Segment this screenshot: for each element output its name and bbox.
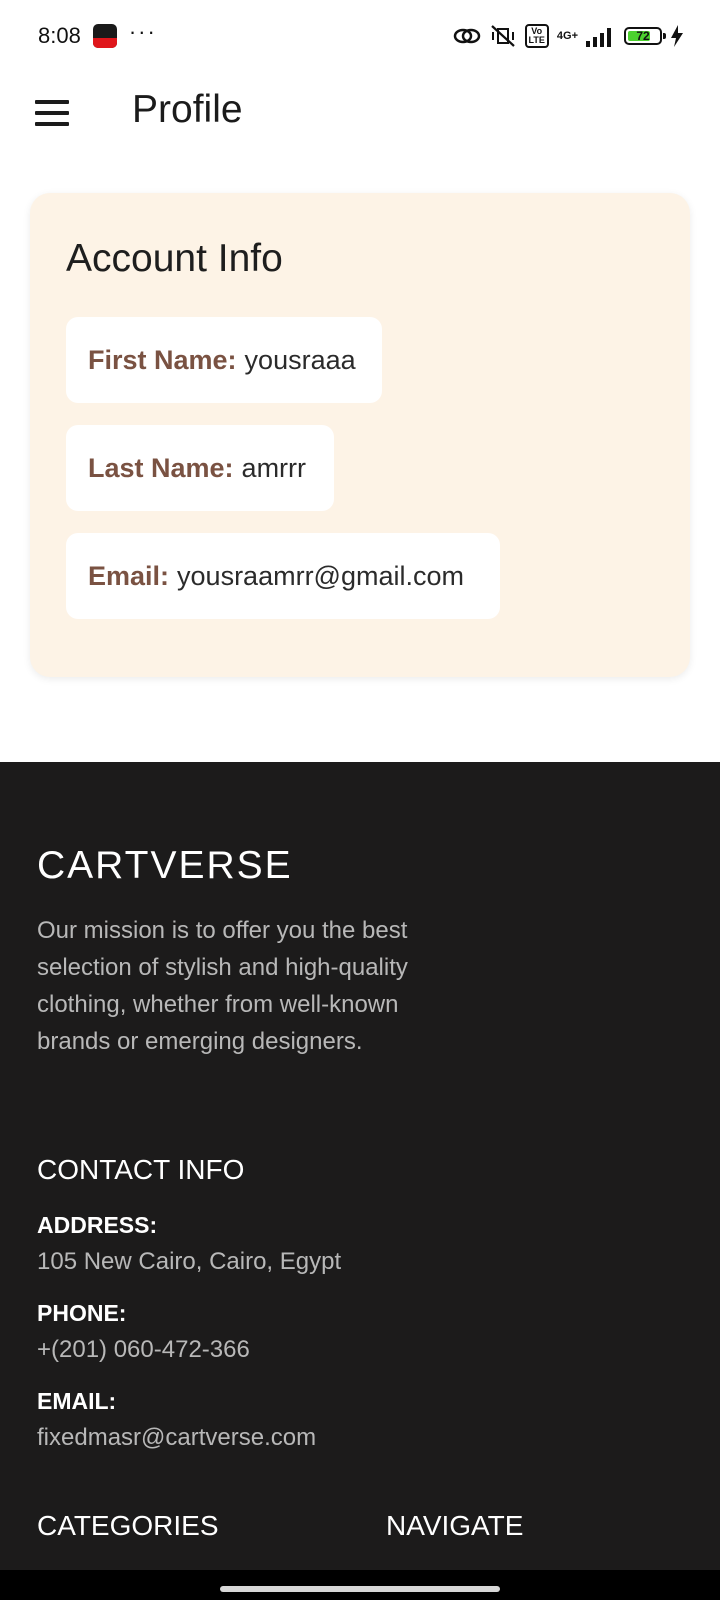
last-name-value: amrrr: [241, 452, 307, 483]
app-bar: Profile: [0, 72, 720, 156]
app-notification-icon: [92, 24, 117, 48]
last-name-field: Last Name: amrrr: [66, 425, 334, 511]
status-right: Vo LTE 4G+ 72: [453, 24, 684, 48]
categories-heading: CATEGORIES: [37, 1510, 219, 1541]
volte-bottom-text: LTE: [528, 35, 545, 45]
vibrate-off-icon: [489, 24, 517, 48]
status-time: 8:08: [38, 23, 81, 48]
account-info-title: Account Info: [66, 237, 283, 280]
network-type: 4G+: [556, 29, 578, 42]
status-bar: 8:08 ··· Vo LTE 4G+ 72: [0, 0, 720, 72]
email-field: Email: yousraamrr@gmail.com: [66, 533, 500, 619]
email-label: Email:: [88, 560, 170, 591]
more-notifications-icon: ···: [128, 19, 157, 44]
link-icon: [453, 26, 481, 46]
email-contact-label: EMAIL:: [37, 1388, 117, 1414]
first-name-field: First Name: yousraaa: [66, 317, 382, 403]
volte-icon: Vo LTE: [524, 24, 549, 48]
first-name-value: yousraaa: [244, 344, 356, 375]
brand-name: CARTVERSE: [37, 844, 293, 887]
email-contact-value[interactable]: fixedmasr@cartverse.com: [37, 1424, 316, 1452]
battery-level: 72: [636, 29, 650, 43]
battery-icon: 72: [624, 27, 666, 45]
status-left: 8:08 ···: [38, 19, 157, 49]
page-title: Profile: [132, 88, 243, 131]
first-name-label: First Name:: [88, 344, 237, 375]
account-info-card: Account Info First Name: yousraaa Last N…: [30, 193, 690, 677]
navigate-heading: NAVIGATE: [386, 1510, 524, 1541]
signal-icon: [586, 25, 616, 47]
contact-info-heading: CONTACT INFO: [37, 1154, 245, 1185]
system-navigation-bar: [0, 1570, 720, 1600]
hamburger-menu-icon[interactable]: [35, 100, 69, 126]
charging-icon: [670, 25, 684, 47]
mission-text: Our mission is to offer you the best sel…: [37, 917, 408, 1055]
footer: CARTVERSE Our mission is to offer you th…: [0, 762, 720, 1570]
address-label: ADDRESS:: [37, 1212, 158, 1238]
phone-value[interactable]: +(201) 060-472-366: [37, 1336, 250, 1364]
email-value: yousraamrr@gmail.com: [177, 560, 464, 591]
gesture-handle[interactable]: [220, 1586, 500, 1592]
last-name-label: Last Name:: [88, 452, 234, 483]
address-value: 105 New Cairo, Cairo, Egypt: [37, 1248, 342, 1275]
phone-label: PHONE:: [37, 1300, 127, 1326]
